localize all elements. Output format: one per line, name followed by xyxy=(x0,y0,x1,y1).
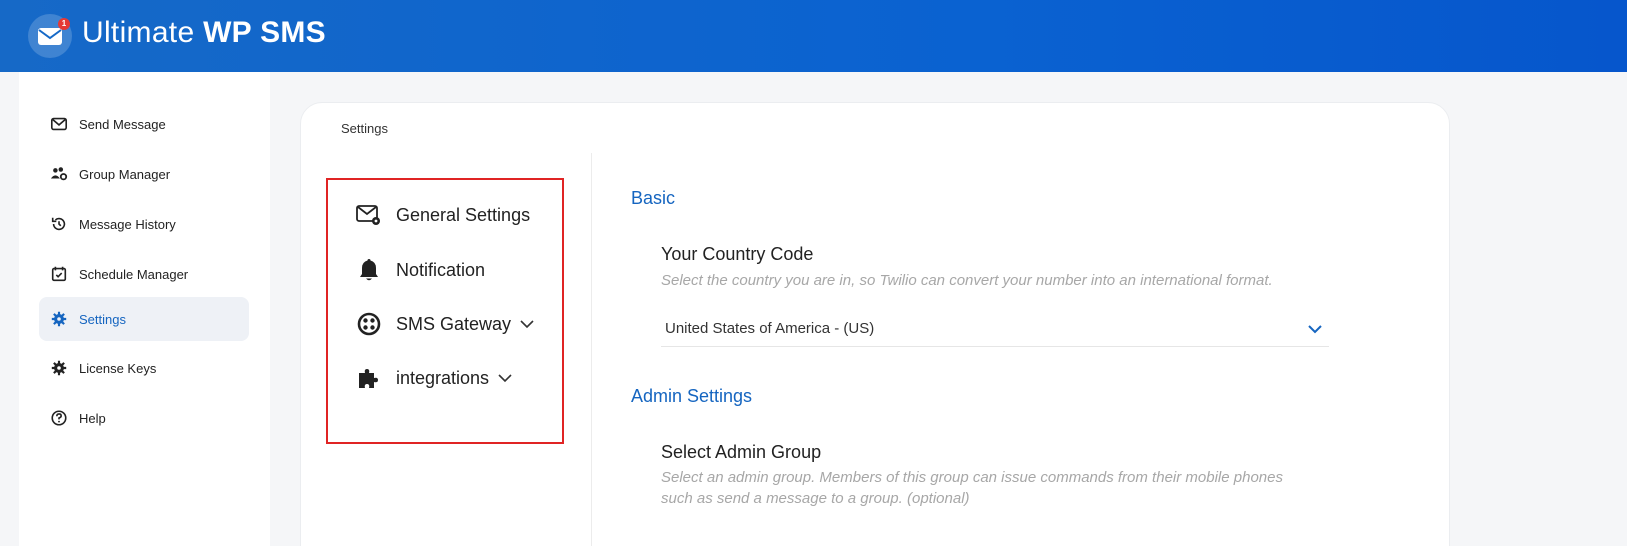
envelope-gear-icon xyxy=(354,200,384,230)
subnav-item-general-settings[interactable]: General Settings xyxy=(354,200,530,230)
chevron-down-icon xyxy=(1308,325,1322,334)
subnav-item-label: SMS Gateway xyxy=(396,313,512,334)
envelope-icon xyxy=(49,114,69,134)
sidebar-item-label: Schedule Manager xyxy=(79,266,189,282)
country-code-select[interactable]: United States of America - (US) xyxy=(661,311,1329,347)
sidebar-item-label: Group Manager xyxy=(79,166,171,182)
brand-bold: WP SMS xyxy=(203,16,326,49)
brand-light: Ultimate xyxy=(82,16,204,49)
section-title-admin-settings: Admin Settings xyxy=(631,386,753,406)
breadcrumb: Settings xyxy=(341,121,388,136)
subnav-item-notification[interactable]: Notification xyxy=(354,255,485,285)
logo: 1 xyxy=(28,14,72,58)
sidebar-item-label: License Keys xyxy=(79,360,157,376)
sidebar-item-help[interactable]: Help xyxy=(39,396,249,440)
sidebar-item-label: Message History xyxy=(79,216,176,232)
history-icon xyxy=(49,214,69,234)
twilio-icon xyxy=(354,309,384,339)
sidebar-item-group-manager[interactable]: Group Manager xyxy=(39,152,249,196)
question-circle-icon xyxy=(49,408,69,428)
subnav-item-sms-gateway[interactable]: SMS Gateway xyxy=(354,309,535,339)
section-title-basic: Basic xyxy=(631,188,676,208)
chevron-down-icon[interactable] xyxy=(519,316,535,332)
bell-icon xyxy=(354,255,384,285)
notification-badge: 1 xyxy=(58,18,70,30)
calendar-check-icon xyxy=(49,264,69,284)
gear-icon xyxy=(49,358,69,378)
subnav-item-label: integrations xyxy=(396,367,490,388)
settings-card: Settings General Settings Notification S… xyxy=(300,102,1450,546)
admin-group-label: Select Admin Group xyxy=(661,442,822,462)
admin-group-help: Select an admin group. Members of this g… xyxy=(661,469,1283,507)
sidebar-item-license-keys[interactable]: License Keys xyxy=(39,346,249,390)
sidebar-item-schedule-manager[interactable]: Schedule Manager xyxy=(39,252,249,296)
sidebar-item-label: Send Message xyxy=(79,116,166,132)
settings-subnav: General Settings Notification SMS Gatewa… xyxy=(326,178,564,444)
sidebar: Send Message Group Manager Message Histo… xyxy=(19,72,270,546)
country-code-label: Your Country Code xyxy=(661,244,814,264)
subnav-item-label: General Settings xyxy=(396,204,531,225)
users-gear-icon xyxy=(49,164,69,184)
gear-icon xyxy=(49,309,69,329)
subnav-item-integrations[interactable]: integrations xyxy=(354,363,513,393)
sidebar-item-send-message[interactable]: Send Message xyxy=(39,102,249,146)
puzzle-icon xyxy=(354,363,384,393)
country-code-help: Select the country you are in, so Twilio… xyxy=(661,272,1273,289)
chevron-down-icon[interactable] xyxy=(497,370,513,386)
sidebar-item-label: Settings xyxy=(79,311,126,327)
brand-title: Ultimate WP SMS xyxy=(82,16,326,50)
sidebar-item-label: Help xyxy=(79,410,106,426)
subnav-item-label: Notification xyxy=(396,259,486,280)
sidebar-item-message-history[interactable]: Message History xyxy=(39,202,249,246)
top-bar: 1 Ultimate WP SMS xyxy=(0,0,1627,72)
sidebar-item-settings[interactable]: Settings xyxy=(39,297,249,341)
vertical-divider xyxy=(591,153,592,546)
country-code-value: United States of America - (US) xyxy=(665,320,875,337)
